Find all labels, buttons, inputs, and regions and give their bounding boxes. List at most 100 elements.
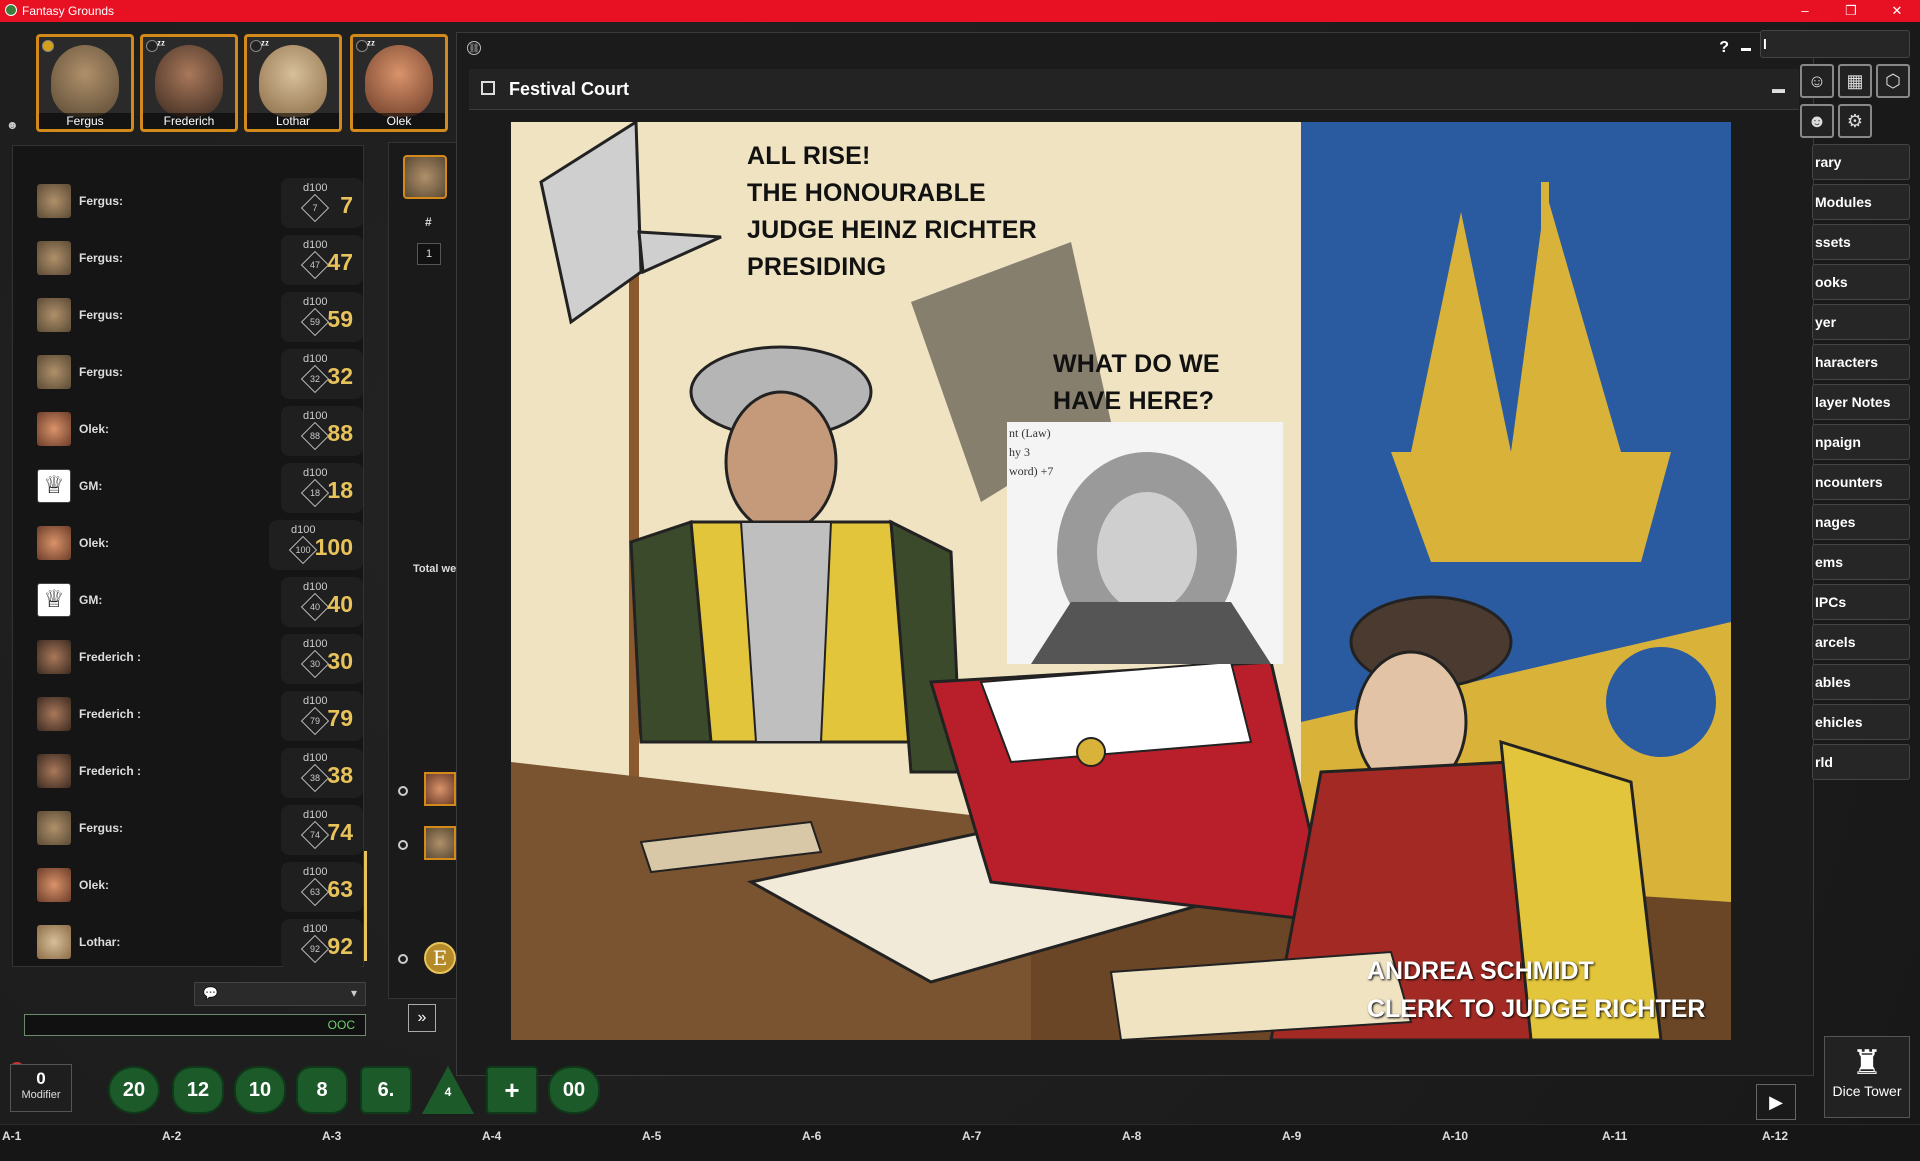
message-sender: Frederich : [79, 650, 142, 664]
calendar-icon[interactable]: ▦ [1838, 64, 1872, 98]
die-type: d100 [303, 638, 328, 650]
modifier-box[interactable]: 0 Modifier [10, 1064, 72, 1112]
roll-total: 88 [327, 420, 353, 446]
d8-die-icon[interactable]: 8 [292, 1062, 352, 1118]
library-item-campaign[interactable]: npaign [1812, 424, 1910, 460]
roll-result: d100 18 18 [281, 463, 363, 513]
library-item-parcels[interactable]: arcels [1812, 624, 1910, 660]
d100-icon: 74 [300, 820, 330, 850]
chat-message: Fergus: d100 74 74 [23, 803, 363, 855]
d6-die-icon[interactable]: 6. [356, 1062, 416, 1118]
roll-total: 92 [327, 933, 353, 959]
roll-result: d100 38 38 [281, 748, 363, 798]
sleep-icon: ᶻᶻ [367, 39, 375, 51]
party-toggle-icon[interactable]: ☻ [6, 118, 22, 134]
minimize-button[interactable]: ▬ [1741, 43, 1751, 54]
roll-total: 63 [327, 876, 353, 902]
chat-mode-select[interactable]: 💬 ▾ [194, 982, 366, 1006]
library-item-tables[interactable]: ables [1812, 664, 1910, 700]
library-item-assets[interactable]: ssets [1812, 224, 1910, 260]
olek-avatar[interactable] [424, 772, 456, 806]
library-item-items[interactable]: ems [1812, 544, 1910, 580]
hotkey-label[interactable]: A-10 [1442, 1129, 1468, 1143]
die-type: d100 [303, 410, 328, 422]
roll-total: 38 [327, 762, 353, 788]
library-item-player[interactable]: yer [1812, 304, 1910, 340]
library-item-world[interactable]: rld [1812, 744, 1910, 780]
roll-total: 47 [327, 249, 353, 275]
portrait-fergus[interactable]: Fergus [36, 34, 134, 132]
fast-forward-button[interactable]: » [408, 1004, 436, 1032]
portrait-name: Frederich [143, 113, 235, 129]
hotkey-label[interactable]: A-4 [482, 1129, 501, 1143]
menu-icon[interactable]: ▬ [1772, 81, 1785, 96]
message-sender: Olek: [79, 422, 110, 436]
radio-option[interactable] [398, 954, 408, 964]
hotkey-label[interactable]: A-7 [962, 1129, 981, 1143]
hotkey-label[interactable]: A-5 [642, 1129, 661, 1143]
message-avatar [37, 697, 71, 731]
roll-total: 18 [327, 477, 353, 503]
count-field[interactable]: 1 [417, 243, 441, 265]
portrait-frederich[interactable]: ᶻᶻ Frederich [140, 34, 238, 132]
hotkey-label[interactable]: A-1 [2, 1129, 21, 1143]
sleep-icon: ᶻᶻ [261, 39, 269, 51]
message-sender: Frederich : [79, 707, 142, 721]
library-item-modules[interactable]: Modules [1812, 184, 1910, 220]
fergus-avatar[interactable] [403, 155, 447, 199]
tower-icon: ♜ [1851, 1044, 1883, 1082]
library-item-encounters[interactable]: ncounters [1812, 464, 1910, 500]
court-illustration: ALL RISE! THE HONOURABLE JUDGE HEINZ RIC… [511, 122, 1731, 1040]
chat-message: Frederich : d100 38 38 [23, 746, 363, 798]
hotkey-label[interactable]: A-12 [1762, 1129, 1788, 1143]
d4-die-icon[interactable]: 4 [418, 1062, 478, 1118]
message-sender: Olek: [79, 878, 110, 892]
library-item-library[interactable]: rary [1812, 144, 1910, 180]
hotkey-label[interactable]: A-11 [1602, 1129, 1627, 1143]
dice-tower-button[interactable]: ♜ Dice Tower [1824, 1036, 1910, 1118]
dice-settings-icon[interactable]: ⬡ [1876, 64, 1910, 98]
d12-die-icon[interactable]: 12 [168, 1062, 228, 1118]
character-tool-icon[interactable]: ☺ [1800, 64, 1834, 98]
library-item-player-notes[interactable]: layer Notes [1812, 384, 1910, 420]
message-avatar [37, 241, 71, 275]
effect-icon[interactable]: E [424, 942, 456, 974]
add-die-icon[interactable]: + [482, 1062, 542, 1118]
close-window-button[interactable]: ✕ [1874, 0, 1920, 22]
library-item-characters[interactable]: haracters [1812, 344, 1910, 380]
die-type: d100 [303, 695, 328, 707]
chat-scrollbar[interactable] [364, 851, 367, 961]
sleep-icon: ᶻᶻ [157, 39, 165, 51]
fergus-avatar[interactable] [424, 826, 456, 860]
roll-result: d100 40 40 [281, 577, 363, 627]
radio-option[interactable] [398, 786, 408, 796]
library-item-vehicles[interactable]: ehicles [1812, 704, 1910, 740]
d100-icon: 7 [300, 193, 330, 223]
hotkey-label[interactable]: A-9 [1282, 1129, 1301, 1143]
gear-icon[interactable]: ⚙ [1838, 104, 1872, 138]
d10-die-icon[interactable]: 10 [230, 1062, 290, 1118]
hotkey-label[interactable]: A-2 [162, 1129, 181, 1143]
library-item-books[interactable]: ooks [1812, 264, 1910, 300]
link-icon[interactable]: ⛓ [467, 41, 481, 55]
hotkey-label[interactable]: A-6 [802, 1129, 821, 1143]
restore-window-button[interactable]: ❐ [1828, 0, 1874, 22]
library-item-npcs[interactable]: IPCs [1812, 584, 1910, 620]
caption-text: ALL RISE! THE HONOURABLE JUDGE HEINZ RIC… [747, 142, 1037, 281]
users-icon[interactable]: ☻ [1800, 104, 1834, 138]
d100-die-icon[interactable]: 00 [544, 1062, 604, 1118]
play-button[interactable]: ▶ [1756, 1084, 1796, 1120]
help-button[interactable]: ? [1719, 39, 1729, 57]
minimize-window-button[interactable]: – [1782, 0, 1828, 22]
chat-input[interactable]: OOC [24, 1014, 366, 1036]
roll-total: 100 [314, 534, 353, 560]
radio-option[interactable] [398, 840, 408, 850]
hotkey-label[interactable]: A-8 [1122, 1129, 1141, 1143]
library-header[interactable]: l [1760, 30, 1910, 58]
hotkey-label[interactable]: A-3 [322, 1129, 341, 1143]
d20-die-icon[interactable]: 20 [104, 1062, 164, 1118]
portrait-olek[interactable]: ᶻᶻ Olek [350, 34, 448, 132]
portrait-lothar[interactable]: ᶻᶻ Lothar [244, 34, 342, 132]
library-item-images[interactable]: nages [1812, 504, 1910, 540]
chat-message: Fergus: d100 47 47 [23, 233, 363, 285]
